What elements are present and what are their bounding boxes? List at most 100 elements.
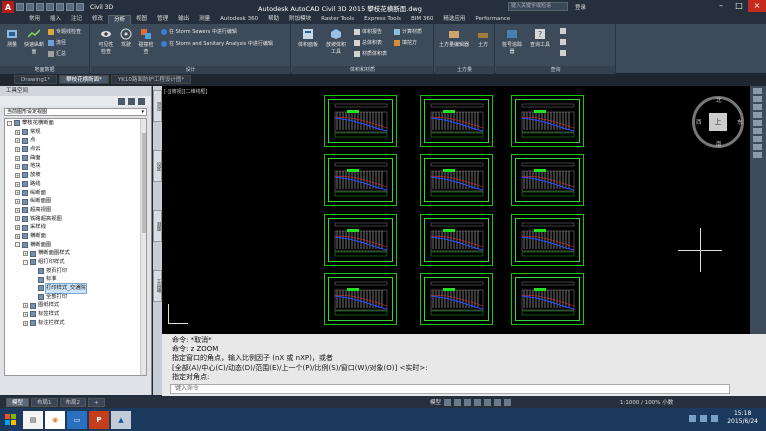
cross-section-sheet[interactable] [511,154,584,206]
station-tracker-button[interactable]: 桩号追踪器 [500,28,524,55]
document-tab[interactable]: YK10路面防护工程设计图* [110,75,192,84]
autocad-taskbar-icon[interactable]: ▲ [111,410,131,429]
expand-icon[interactable]: + [15,164,20,170]
drawing-check-button[interactable]: 专题线检查 [48,28,81,35]
collapse-icon[interactable]: - [23,259,28,265]
cross-section-sheet[interactable] [420,214,493,266]
expand-icon[interactable]: + [23,320,28,326]
expand-icon[interactable]: + [23,251,28,257]
expand-icon[interactable]: + [23,303,28,309]
tree-node[interactable]: - 攀枝花横断面 [5,119,146,128]
document-tab[interactable]: Drawing1* [14,75,58,84]
layout-tab[interactable]: 模型 [6,397,30,407]
tree-node[interactable]: - 组打印样式 [5,258,146,267]
ribbon-tab[interactable]: 附加模块 [284,15,316,24]
powerpoint-taskbar-icon[interactable]: P [89,410,109,429]
model-space-toggle[interactable]: 模型 [430,398,441,406]
tree-node[interactable]: + 纵断面图 [5,197,146,206]
nav-tool-6-icon[interactable] [753,128,762,134]
undo-icon[interactable] [66,3,74,11]
earthwork-editor-button[interactable]: 土方量编辑器 [437,28,471,48]
lineweight-icon[interactable] [494,398,502,406]
cross-section-sheet[interactable] [420,154,493,206]
open-file-icon[interactable] [26,3,34,11]
layout-tab[interactable]: 布局1 [31,397,58,407]
ribbon-tab[interactable]: 插入 [45,15,66,24]
toolspace-side-tab[interactable]: 工具箱 [153,270,162,302]
visibility-check-button[interactable]: 可见性检查 [97,28,115,55]
search-input[interactable]: 键入关键字或短语 [508,2,568,11]
compute-material-button[interactable]: 计算材质 [394,28,422,35]
toolspace-side-tab[interactable]: 测量 [153,210,162,242]
cross-section-sheet[interactable] [324,95,397,147]
browser-taskbar-icon[interactable]: ◉ [45,410,65,429]
expand-icon[interactable]: + [23,311,28,317]
cross-section-sheet[interactable] [511,273,584,325]
start-button[interactable] [0,411,22,429]
redo-icon[interactable] [76,3,84,11]
ribbon-tab[interactable]: 输出 [173,15,194,24]
expand-icon[interactable]: + [15,181,20,187]
volume-icon[interactable] [700,415,707,422]
new-file-icon[interactable] [16,3,24,11]
tree-node[interactable]: + 点 [5,136,146,145]
command-input[interactable]: 键入命令 [170,384,730,394]
expand-icon[interactable]: + [15,207,20,213]
tree-node[interactable]: + 超高视图 [5,206,146,215]
save-icon[interactable] [36,3,44,11]
collision-check-button[interactable]: 碰撞检查 [137,28,155,55]
osnap-icon[interactable] [484,398,492,406]
snap-icon[interactable] [454,398,462,406]
view-selector[interactable]: 当前图形设定视图 [4,108,147,116]
autocad-logo-icon[interactable]: A [2,1,14,13]
summary-button[interactable]: 汇总 [48,50,66,57]
storm-sanitary-button[interactable]: 在 Storm and Sanitary Analysis 中进行编辑 [161,40,273,47]
toolspace-side-tab[interactable]: 设定 [153,150,162,182]
cross-section-sheet[interactable] [324,214,397,266]
expand-icon[interactable]: + [15,190,20,196]
ribbon-tab[interactable]: 管理 [152,15,173,24]
inquiry-small-1[interactable] [560,28,568,34]
tree-node[interactable]: + 铁路超高视图 [5,215,146,224]
quick-profile-button[interactable]: 快速纵断面 [24,28,44,55]
grading-volume-button[interactable]: 放坡体积工具 [324,28,348,55]
file-explorer-taskbar-icon[interactable]: ▤ [23,410,43,429]
tree-node[interactable]: - 横断面图 [5,241,146,250]
tree-node[interactable]: + 常规 [5,128,146,137]
compass-north[interactable]: 北 [716,96,722,104]
toolspace-option-icon[interactable] [118,97,125,105]
cross-section-sheet[interactable] [420,95,493,147]
toolspace-refresh-icon[interactable] [128,97,135,105]
expand-icon[interactable]: + [15,233,20,239]
tree-node[interactable]: + 标注栏样式 [5,319,146,328]
cut-fill-button[interactable]: 填挖方 [394,39,417,46]
save-as-icon[interactable] [46,3,54,11]
workspace-selector[interactable]: Civil 3D [90,4,113,11]
ribbon-tab[interactable]: 修改 [87,15,108,24]
cross-section-sheet[interactable] [511,95,584,147]
ribbon-tab[interactable]: Performance [470,15,515,24]
pan-icon[interactable] [753,88,762,94]
cross-section-sheet[interactable] [324,273,397,325]
tree-node[interactable]: + 采样线 [5,223,146,232]
total-volume-button[interactable]: 总体积表 [354,39,382,46]
compass-south[interactable]: 南 [716,140,722,148]
nav-tool-7-icon[interactable] [753,136,762,142]
expand-icon[interactable]: + [15,138,20,144]
tree-node[interactable]: + 路线 [5,180,146,189]
sign-in-link[interactable]: 登录 [575,3,586,11]
tree-node[interactable]: + 地块 [5,162,146,171]
expand-icon[interactable]: + [15,216,20,222]
cross-section-sheet[interactable] [420,273,493,325]
print-icon[interactable] [56,3,64,11]
viewcube[interactable]: 上 北 南 东 西 [692,96,744,148]
compass-east[interactable]: 东 [737,118,743,126]
close-button[interactable]: × [748,0,766,12]
collapse-icon[interactable]: - [7,120,12,126]
tree-scrollbar[interactable] [140,119,146,375]
flow-paths-button[interactable]: 流径 [48,39,66,46]
inquiry-small-2[interactable] [560,39,568,45]
document-tab[interactable]: 攀枝花横断面* [59,75,109,84]
ime-icon[interactable] [711,415,718,422]
annotation-scale[interactable]: 1:1000 / 100% 小数 [620,398,673,406]
